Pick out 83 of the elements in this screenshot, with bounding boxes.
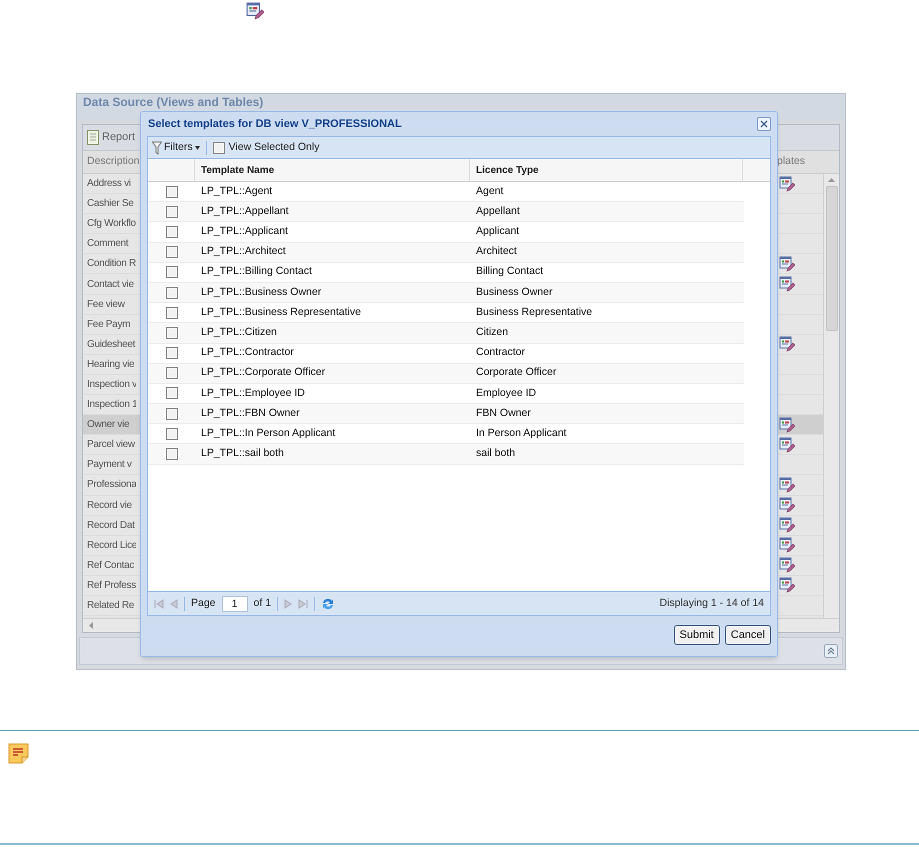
form-edit-icon[interactable] (779, 557, 795, 574)
page-count: of 1 (254, 596, 272, 611)
form-edit-icon[interactable] (779, 517, 795, 534)
row-checkbox[interactable] (166, 286, 178, 299)
form-edit-icon[interactable] (779, 577, 795, 594)
refresh-icon[interactable] (321, 596, 336, 610)
table-cell-text: Citizen (475, 325, 510, 340)
table-cell-text: LP_TPL::Employee ID (200, 386, 306, 401)
table-cell-text: Business Owner (475, 284, 554, 300)
row-checkbox[interactable] (166, 226, 178, 238)
first-page-icon[interactable] (154, 598, 164, 608)
table-cell-text: LP_TPL::Architect (200, 244, 287, 260)
table-cell-text: Billing Contact (475, 264, 544, 280)
column-header[interactable]: Template Name (195, 159, 470, 181)
collapse-icon[interactable] (824, 644, 838, 658)
row-checkbox[interactable] (166, 206, 178, 218)
table-cell-text: LP_TPL::Citizen (200, 325, 278, 340)
row-checkbox[interactable] (166, 326, 178, 339)
row-checkbox[interactable] (166, 266, 178, 278)
form-edit-icon[interactable] (779, 336, 795, 352)
row-checkbox[interactable] (166, 408, 178, 420)
report-button[interactable]: Report (102, 129, 136, 146)
page-field[interactable]: 1 (222, 596, 248, 612)
column-header[interactable]: Licence Type (470, 159, 743, 181)
row-checkbox[interactable] (166, 367, 178, 380)
row-checkbox[interactable] (166, 387, 178, 400)
form-edit-icon[interactable] (779, 497, 795, 514)
table-cell-text: sail both (475, 446, 516, 462)
table-cell-text: LP_TPL::Applicant (200, 224, 289, 240)
table-cell-text: LP_TPL::Agent (200, 184, 274, 199)
column-header[interactable]: Description (83, 154, 140, 170)
table-cell-text: LP_TPL::FBN Owner (200, 406, 301, 421)
table-cell-text: LP_TPL::Appellant (200, 204, 290, 219)
table-cell-text: LP_TPL::In Person Applicant (200, 426, 336, 441)
form-edit-icon[interactable] (779, 436, 795, 453)
row-checkbox[interactable] (166, 347, 178, 360)
table-cell-text: LP_TPL::Billing Contact (200, 264, 313, 280)
next-page-icon[interactable] (284, 598, 292, 608)
notebook-icon (87, 130, 99, 145)
scroll-thumb[interactable] (826, 186, 838, 331)
vertical-scrollbar[interactable] (823, 174, 839, 618)
table-cell-text: LP_TPL::Corporate Officer (200, 365, 326, 380)
table-cell-text: Architect (475, 244, 518, 260)
page-label: Page (191, 596, 216, 611)
table-cell-text: LP_TPL::Business Representative (200, 304, 362, 320)
dialog-button[interactable]: Submit (674, 625, 720, 645)
form-edit-icon[interactable] (779, 276, 795, 292)
table-cell-text: Employee ID (475, 386, 538, 401)
table-cell-text: Appellant (475, 204, 521, 219)
checkbox[interactable] (212, 142, 225, 154)
close-icon (760, 120, 768, 128)
row-checkbox[interactable] (166, 448, 178, 460)
table-cell-text: Applicant (475, 224, 520, 240)
funnel-icon (152, 140, 162, 154)
form-edit-icon[interactable] (779, 176, 795, 192)
row-checkbox[interactable] (166, 186, 178, 198)
table-cell[interactable]: Owner vie (83, 415, 136, 434)
close-button[interactable] (757, 117, 771, 131)
filters-button[interactable]: Filters (152, 140, 200, 156)
form-edit-icon[interactable] (246, 2, 264, 20)
row-checkbox[interactable] (166, 306, 178, 319)
checkbox-label[interactable]: View Selected Only (228, 140, 320, 156)
table-cell-text: Agent (475, 184, 504, 199)
form-edit-icon[interactable] (779, 416, 795, 433)
table-cell-text: LP_TPL::sail both (200, 446, 285, 462)
scroll-left-icon[interactable] (87, 621, 95, 630)
table-cell-text: Contractor (475, 345, 526, 360)
table-cell-text: FBN Owner (475, 406, 532, 421)
form-edit-icon[interactable] (779, 256, 795, 272)
form-edit-icon[interactable] (779, 537, 795, 554)
dialog-button[interactable]: Cancel (724, 625, 771, 645)
row-checkbox[interactable] (166, 246, 178, 258)
table-cell-text: Business Representative (475, 304, 594, 320)
last-page-icon[interactable] (298, 598, 308, 608)
table-cell-text: Corporate Officer (475, 365, 558, 380)
table-cell-text: LP_TPL::Business Owner (200, 284, 322, 300)
previous-page-icon[interactable] (170, 598, 178, 608)
note-icon (8, 743, 29, 764)
table-cell-text: In Person Applicant (475, 426, 568, 441)
display-count: Displaying 1 - 14 of 14 (660, 596, 764, 611)
row-checkbox[interactable] (166, 428, 178, 440)
table-cell-text: LP_TPL::Contractor (200, 345, 295, 360)
form-edit-icon[interactable] (779, 476, 795, 493)
